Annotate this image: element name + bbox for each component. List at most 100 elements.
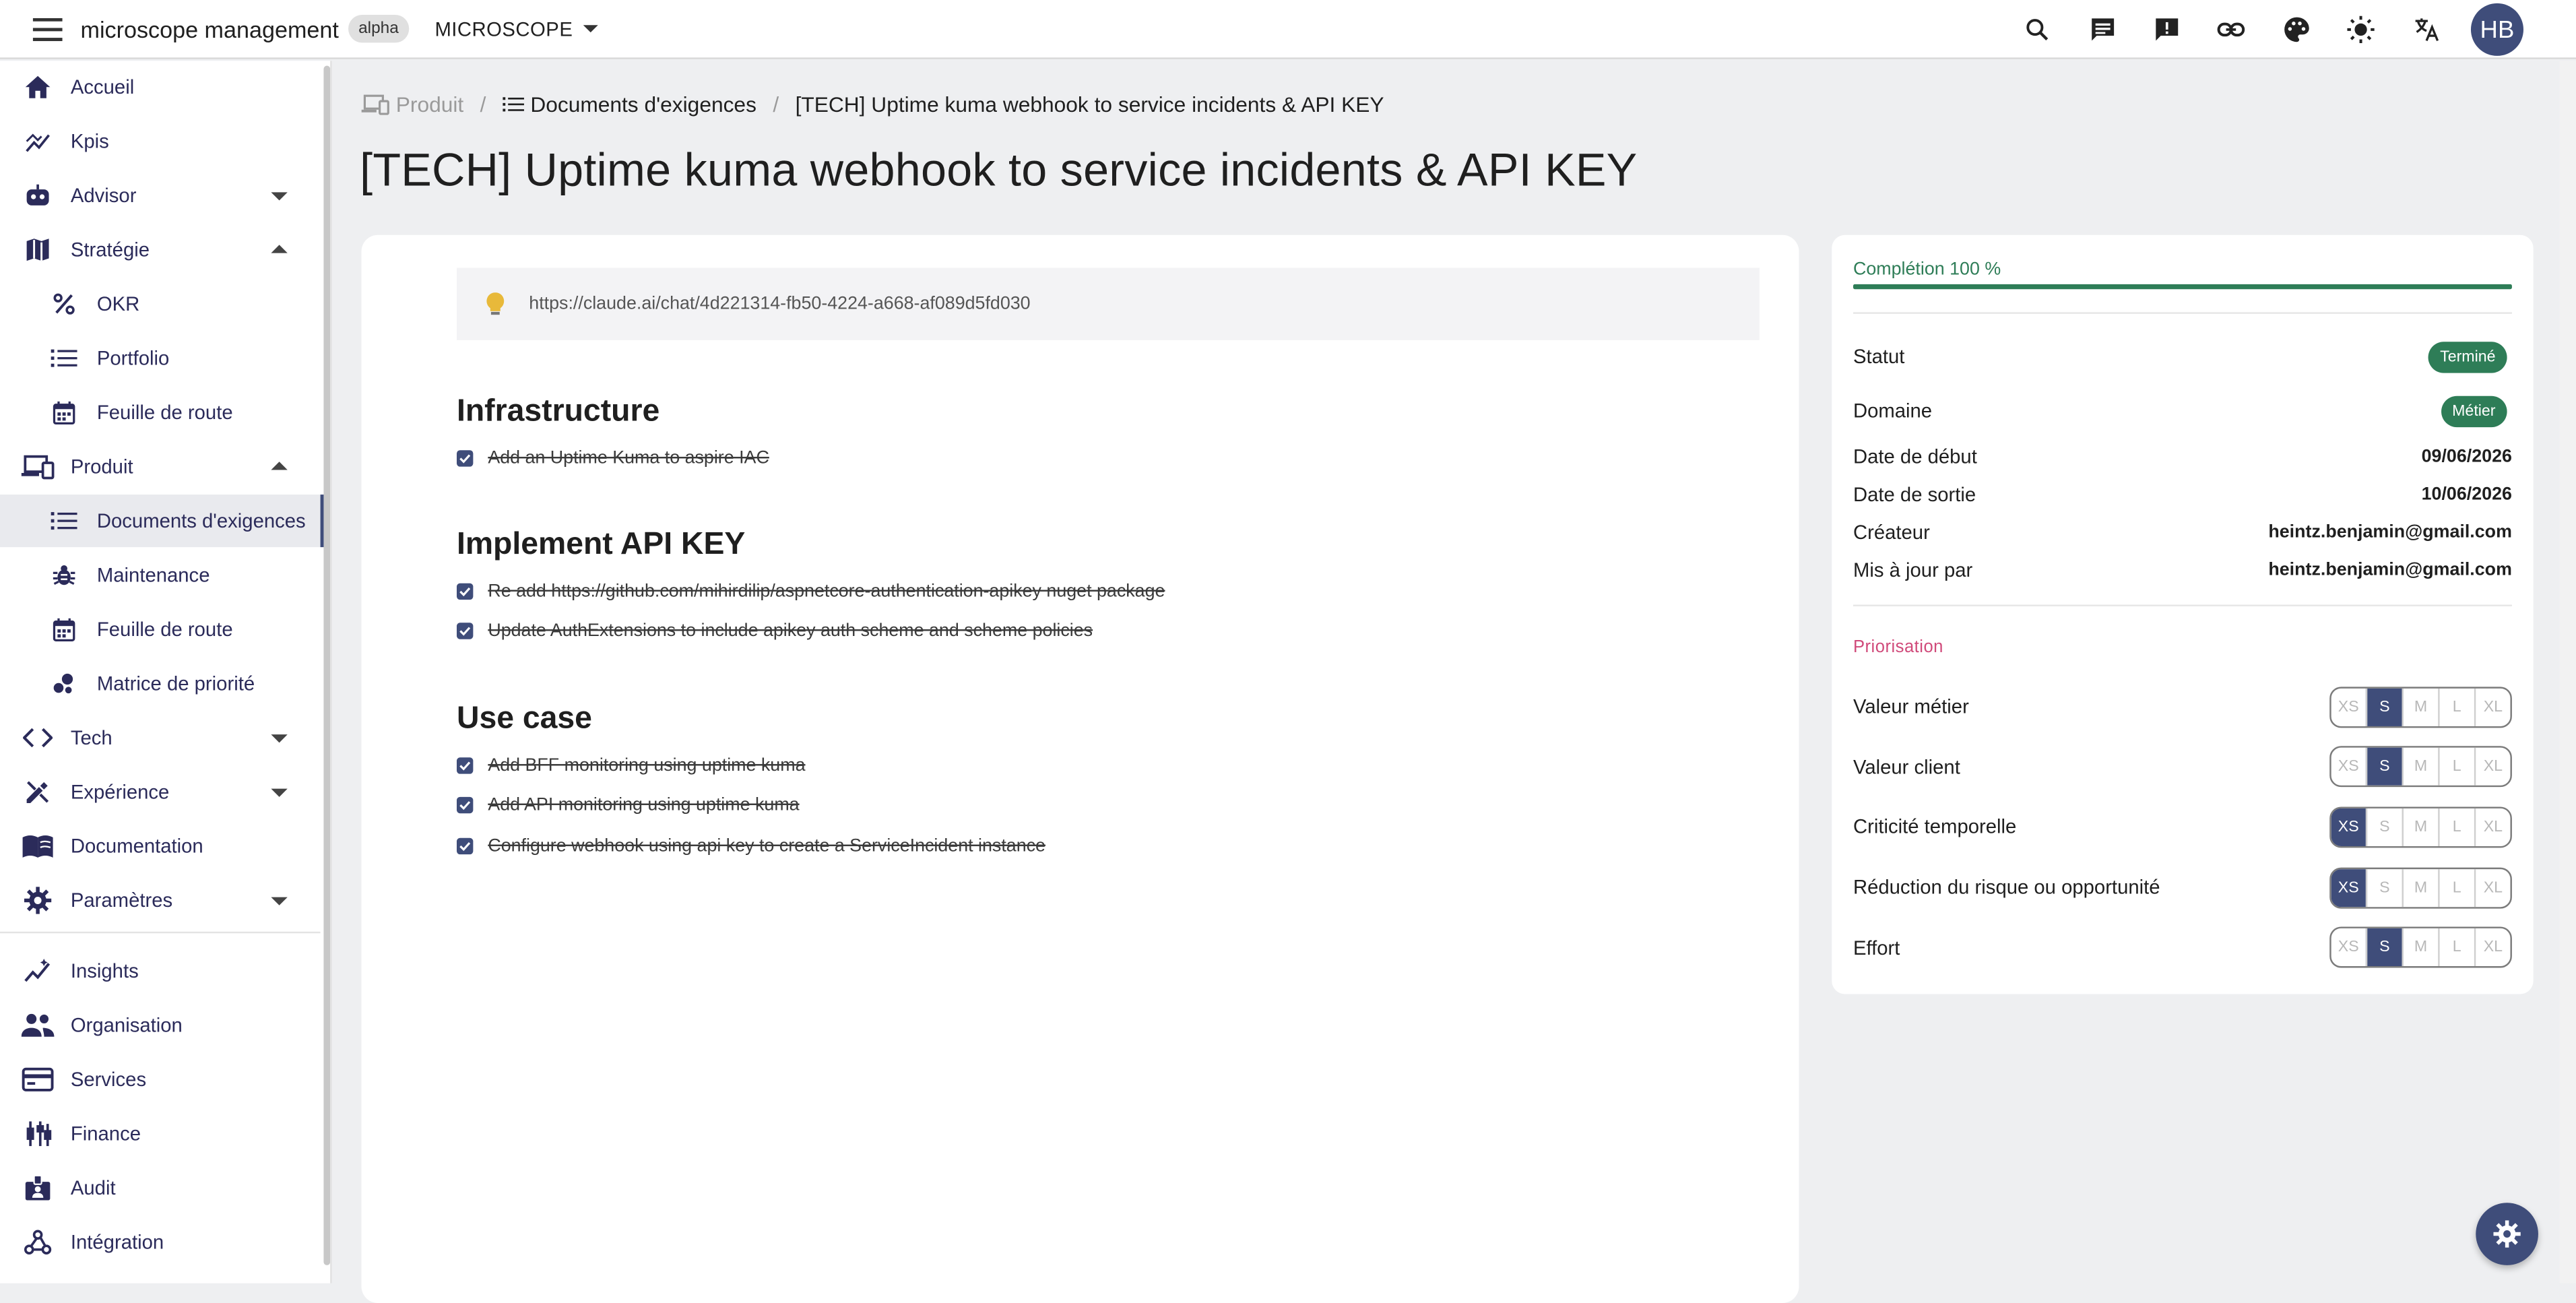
sidebar-item-documents-exigences[interactable]: Documents d'exigences [0, 495, 324, 548]
sidebar-item-strategie[interactable]: Stratégie [0, 224, 321, 276]
sidebar-item-label: Portfolio [96, 346, 170, 370]
hint-link[interactable]: https://claude.ai/chat/4d221314-fb50-422… [529, 294, 1030, 314]
sidebar-item-label: Intégration [70, 1230, 164, 1254]
size-option-l[interactable]: L [2438, 687, 2474, 726]
checkbox-checked-icon[interactable] [456, 583, 474, 600]
size-option-xs[interactable]: XS [2331, 688, 2366, 726]
checkbox-checked-icon[interactable] [456, 796, 474, 814]
sidebar-item-accueil[interactable]: Accueil [0, 61, 321, 113]
size-option-s[interactable]: S [2365, 928, 2402, 967]
sidebar-item-matrice-priorite[interactable]: Matrice de priorité [0, 658, 321, 710]
sidebar-item-portfolio[interactable]: Portfolio [0, 332, 321, 385]
size-option-xs[interactable]: XS [2331, 868, 2366, 907]
chevron-up-icon [271, 245, 288, 253]
size-option-xs[interactable]: XS [2331, 929, 2366, 967]
size-option-l[interactable]: L [2438, 868, 2474, 907]
size-option-xl[interactable]: XL [2474, 748, 2511, 786]
size-option-s[interactable]: S [2365, 808, 2402, 846]
sidebar-item-tech[interactable]: Tech [0, 711, 321, 764]
divider [1853, 312, 2512, 314]
workspace-selector[interactable]: MICROSCOPE [434, 18, 598, 40]
lightbulb-icon [486, 292, 505, 315]
sidebar-item-label: Organisation [70, 1013, 183, 1037]
sidebar-item-documentation[interactable]: Documentation [0, 820, 321, 872]
sidebar-item-integration[interactable]: Intégration [0, 1216, 321, 1269]
sidebar-item-advisor[interactable]: Advisor [0, 169, 321, 222]
sidebar-item-audit[interactable]: Audit [0, 1162, 321, 1214]
completion-label: Complétion 100 % [1853, 259, 2001, 280]
avatar[interactable]: HB [2470, 3, 2523, 56]
sidebar-item-services[interactable]: Services [0, 1053, 321, 1106]
sidebar-item-label: Documents d'exigences [96, 509, 306, 533]
search-icon[interactable] [2021, 13, 2054, 46]
size-option-m[interactable]: M [2402, 748, 2439, 786]
size-option-l[interactable]: L [2438, 748, 2474, 786]
task-item[interactable]: Add API monitoring using uptime kuma [456, 795, 800, 815]
robot-icon [22, 179, 55, 212]
sidebar-item-experience[interactable]: Expérience [0, 765, 321, 818]
sidebar-item-label: Finance [70, 1122, 141, 1145]
creator-row: Créateur heintz.benjamin@gmail.com [1853, 516, 2512, 549]
alpha-badge: alpha [348, 14, 409, 43]
size-option-m[interactable]: M [2402, 928, 2439, 967]
sidebar-item-feuille-de-route-produit[interactable]: Feuille de route [0, 603, 321, 656]
task-item[interactable]: Re add https://github.com/mihirdilip/asp… [456, 581, 1165, 602]
checkbox-checked-icon[interactable] [456, 757, 474, 774]
end-date-row: Date de sortie 10/06/2026 [1853, 478, 2512, 511]
size-option-l[interactable]: L [2438, 928, 2474, 967]
start-date-value: 09/06/2026 [2421, 447, 2512, 467]
checkbox-checked-icon[interactable] [456, 623, 474, 639]
size-option-l[interactable]: L [2438, 808, 2474, 846]
sidebar-item-okr[interactable]: OKR [0, 278, 321, 330]
settings-fab[interactable] [2476, 1203, 2538, 1265]
task-item[interactable]: Configure webhook using api key to creat… [456, 836, 1045, 856]
translate-icon[interactable] [2410, 13, 2443, 46]
palette-icon[interactable] [2280, 13, 2313, 46]
task-item[interactable]: Add an Uptime Kuma to aspire IAC [456, 449, 769, 468]
size-option-m[interactable]: M [2402, 868, 2439, 907]
size-option-xl[interactable]: XL [2474, 687, 2511, 726]
sidebar-item-organisation[interactable]: Organisation [0, 999, 321, 1052]
size-option-s[interactable]: S [2365, 687, 2402, 726]
link-icon[interactable] [2216, 13, 2249, 46]
section-title-api-key: Implement API KEY [456, 527, 746, 563]
sidebar-item-parametres[interactable]: Paramètres [0, 874, 321, 926]
checkbox-checked-icon[interactable] [456, 837, 474, 855]
page-scrollbar[interactable] [2559, 61, 2576, 1283]
sidebar-item-produit[interactable]: Produit [0, 441, 321, 493]
task-item[interactable]: Update AuthExtensions to include apikey … [456, 621, 1093, 641]
sidebar-item-insights[interactable]: Insights [0, 945, 321, 997]
size-option-xs[interactable]: XS [2331, 748, 2366, 786]
sidebar-item-feuille-de-route[interactable]: Feuille de route [0, 386, 321, 439]
size-option-xl[interactable]: XL [2474, 928, 2511, 967]
sidebar-scrollbar[interactable] [323, 65, 331, 1265]
brightness-icon[interactable] [2345, 13, 2378, 46]
sidebar-item-finance[interactable]: Finance [0, 1108, 321, 1160]
priority-row: Valeur métier XS S M L XL [1853, 686, 2512, 728]
sidebar-item-kpis[interactable]: Kpis [0, 115, 321, 168]
size-option-m[interactable]: M [2402, 687, 2439, 726]
chevron-up-icon [271, 462, 288, 470]
task-text: Update AuthExtensions to include apikey … [488, 621, 1093, 641]
breadcrumb: Produit / Documents d'exigences / [TECH]… [361, 89, 1384, 119]
sidebar-item-label: Tech [70, 726, 112, 750]
sidebar-item-maintenance[interactable]: Maintenance [0, 549, 321, 602]
task-item[interactable]: Add BFF monitoring using uptime kuma [456, 756, 806, 775]
breadcrumb-produit[interactable]: Produit [396, 91, 463, 116]
feedback-icon[interactable] [2151, 13, 2184, 46]
size-option-xs[interactable]: XS [2331, 808, 2366, 846]
size-option-s[interactable]: S [2365, 748, 2402, 786]
priority-label: Valeur métier [1853, 695, 1969, 718]
size-option-s[interactable]: S [2365, 868, 2402, 907]
chat-icon[interactable] [2086, 13, 2119, 46]
breadcrumb-documents[interactable]: Documents d'exigences [530, 91, 756, 116]
menu-icon[interactable] [30, 11, 66, 47]
sidebar-item-label: Advisor [70, 184, 137, 208]
gear-icon [2493, 1220, 2521, 1248]
checkbox-checked-icon[interactable] [456, 450, 474, 467]
size-option-m[interactable]: M [2402, 808, 2439, 846]
size-option-xl[interactable]: XL [2474, 808, 2511, 846]
size-option-xl[interactable]: XL [2474, 868, 2511, 907]
statut-row: Statut Terminé [1853, 340, 2512, 373]
size-toggle-group: XS S M L XL [2329, 686, 2512, 728]
